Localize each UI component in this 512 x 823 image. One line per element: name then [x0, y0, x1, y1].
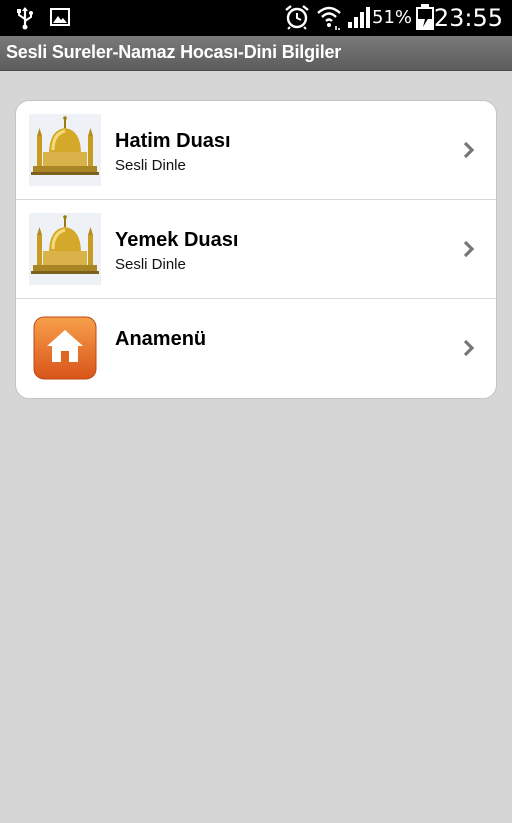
signal-icon [346, 5, 370, 34]
battery-charging-icon [415, 3, 435, 36]
menu-item-title: Anamenü [115, 328, 207, 350]
chevron-right-icon [462, 338, 476, 358]
menu-item-subtitle: Sesli Dinle [115, 256, 186, 273]
title-bar: Sesli Sureler-Namaz Hocası-Dini Bilgiler [0, 36, 512, 71]
menu-item-hatim-duasi[interactable]: Hatim Duası Sesli Dinle [16, 101, 496, 200]
image-icon [50, 8, 70, 31]
menu-item-subtitle: Sesli Dinle [115, 157, 186, 174]
menu-item-title: Hatim Duası [115, 130, 231, 152]
mosque-icon [29, 114, 101, 186]
menu-item-title: Yemek Duası [115, 229, 239, 251]
clock: 23:55 [433, 4, 503, 32]
chevron-right-icon [462, 140, 476, 160]
status-bar: 51% 23:55 [0, 0, 512, 36]
menu-item-yemek-duasi[interactable]: Yemek Duası Sesli Dinle [16, 200, 496, 299]
app-title: Sesli Sureler-Namaz Hocası-Dini Bilgiler [6, 42, 342, 62]
chevron-right-icon [462, 239, 476, 259]
menu-item-anamenu[interactable]: Anamenü [16, 299, 496, 398]
wifi-icon [316, 4, 342, 35]
usb-icon [14, 6, 36, 35]
home-icon [33, 316, 97, 380]
mosque-icon [29, 213, 101, 285]
battery-percent: 51% [372, 7, 413, 28]
menu-list: Hatim Duası Sesli Dinle Yemek Duası Sesl… [15, 100, 497, 399]
alarm-icon [284, 4, 310, 35]
